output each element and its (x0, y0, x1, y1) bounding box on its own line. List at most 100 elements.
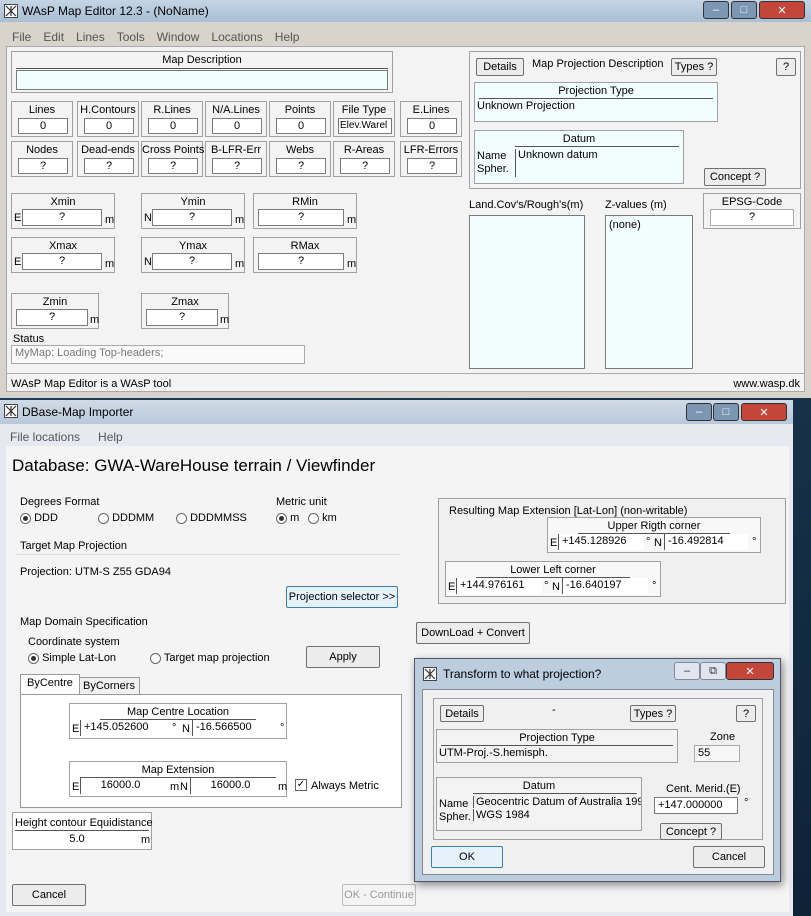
file-type-label: File Type (341, 104, 387, 116)
radio-target-projection[interactable] (150, 652, 161, 664)
dash-label: - (552, 704, 556, 716)
target-projection-label: Target Map Projection (20, 540, 127, 552)
degrees-ddd-option[interactable]: DDD (20, 512, 58, 524)
centre-easting-input[interactable]: +145.052600 (80, 720, 172, 736)
projection-text: Projection: UTM-S Z55 GDA94 (20, 566, 171, 578)
menu-help[interactable]: Help (86, 430, 129, 444)
zvalues-list[interactable]: (none) (605, 215, 693, 369)
map-description-label: Map Description (162, 54, 242, 66)
divider (15, 830, 149, 831)
count-rlines: R.Lines 0 (141, 101, 203, 137)
count-label: B-LFR-Err (210, 144, 262, 156)
height-contour-input[interactable]: 5.0 (17, 832, 137, 848)
projection-selector-button[interactable]: Projection selector >> (286, 586, 398, 608)
menu-edit[interactable]: Edit (37, 30, 70, 44)
apply-button[interactable]: Apply (306, 646, 380, 668)
tab-bycentre[interactable]: ByCentre (20, 674, 80, 694)
extension-northing-input[interactable]: 16000.0 (190, 778, 270, 794)
coordinate-system-label: Coordinate system (28, 636, 120, 648)
extension-easting-input[interactable]: 16000.0 (80, 778, 160, 794)
radio-label: DDD (34, 512, 58, 524)
close-button[interactable]: ✕ (741, 403, 787, 421)
menu-help[interactable]: Help (269, 30, 306, 44)
count-label: N/A.Lines (212, 104, 260, 116)
degrees-dddmmss-option[interactable]: DDDMMSS (176, 512, 247, 524)
landcov-label: Land.Cov's/Rough's(m) (469, 199, 584, 211)
projection-type-value: Unknown Projection (477, 100, 575, 112)
download-convert-button[interactable]: DownLoad + Convert (416, 622, 530, 644)
map-description-group: Map Description (11, 51, 393, 93)
zone-value[interactable]: 55 (694, 745, 740, 762)
easting-prefix: E (14, 212, 22, 224)
divider (515, 146, 679, 147)
editor-client-area: Map Description Lines 0 H.Contours 0 R.Lin… (6, 46, 805, 392)
restore-button[interactable]: ⧉ (700, 662, 726, 680)
editor-menubar: File Edit Lines Tools Window Locations H… (6, 30, 811, 44)
menu-window[interactable]: Window (151, 30, 206, 44)
cancel-button[interactable]: Cancel (12, 884, 86, 906)
zone-label: Zone (710, 731, 736, 743)
types-button[interactable]: Types ? (630, 705, 676, 722)
count-lfrerrors: LFR-Errors? (400, 141, 462, 177)
ok-button[interactable]: OK (431, 846, 503, 868)
radio-dddmm[interactable] (98, 512, 109, 524)
radio-km[interactable] (308, 512, 319, 524)
count-points: Points 0 (269, 101, 331, 137)
centre-location-label: Map Centre Location (126, 706, 230, 718)
lower-left-label: Lower Left corner (510, 564, 596, 576)
concept-button[interactable]: Concept ? (660, 823, 722, 840)
count-value: ? (407, 158, 457, 174)
maximize-button[interactable]: □ (731, 1, 757, 19)
radio-label: km (322, 512, 337, 524)
e-prefix: E (550, 537, 558, 549)
coord-latlon-option[interactable]: Simple Lat-Lon (28, 652, 116, 664)
ok-continue-button[interactable]: OK - Continue (342, 884, 416, 906)
metric-m-option[interactable]: m (276, 512, 299, 524)
radio-simple-latlon[interactable] (28, 652, 39, 664)
zmin-group: Zmin? m (11, 293, 99, 329)
count-value: ? (340, 158, 390, 174)
editor-titlebar: WAsP Map Editor 12.3 - (NoName) (0, 0, 811, 22)
minimize-button[interactable]: – (674, 662, 700, 680)
radio-dddmmss[interactable] (176, 512, 187, 524)
landcov-list[interactable] (469, 215, 585, 369)
menu-lines[interactable]: Lines (70, 30, 111, 44)
help-button[interactable]: ? (736, 705, 756, 722)
count-label: E.Lines (412, 104, 450, 116)
menu-file[interactable]: File (6, 30, 37, 44)
tab-panel: Map Centre Location E +145.052600 ° N -1… (20, 694, 402, 808)
types-button[interactable]: Types ? (671, 58, 717, 76)
count-label: R-Areas (343, 144, 385, 156)
always-metric-checkbox[interactable]: ✓ (295, 779, 307, 791)
cancel-button[interactable]: Cancel (693, 846, 765, 868)
footer-left-text: WAsP Map Editor is a WAsP tool (11, 378, 172, 390)
degrees-dddmm-option[interactable]: DDDMM (98, 512, 154, 524)
menu-tools[interactable]: Tools (111, 30, 151, 44)
zvalues-item[interactable]: (none) (609, 217, 689, 231)
unit-label: m (105, 214, 115, 226)
cent-merid-input[interactable]: +147.000000 (654, 797, 738, 814)
close-button[interactable]: ✕ (726, 662, 774, 680)
count-deadends: Dead-ends? (77, 141, 139, 177)
concept-button[interactable]: Concept ? (704, 168, 766, 186)
radio-ddd[interactable] (20, 512, 31, 524)
unit-label: m (220, 314, 230, 326)
details-button[interactable]: Details (440, 705, 484, 722)
minimize-button[interactable]: – (686, 403, 712, 421)
maximize-button[interactable]: □ (713, 403, 739, 421)
menu-file-locations[interactable]: File locations (6, 430, 86, 444)
help-button[interactable]: ? (776, 58, 796, 76)
map-description-input[interactable] (16, 70, 388, 90)
minimize-button[interactable]: – (703, 1, 729, 19)
xmin-group: Xmin E? m (11, 193, 115, 229)
close-button[interactable]: ✕ (759, 1, 805, 19)
tab-bycorners[interactable]: ByCorners (78, 677, 140, 694)
details-button[interactable]: Details (476, 58, 524, 76)
unit-label: m (347, 258, 357, 270)
coord-target-option[interactable]: Target map projection (150, 652, 270, 664)
radio-m[interactable] (276, 512, 287, 524)
rmin-group: RMin? m (253, 193, 357, 229)
menu-locations[interactable]: Locations (205, 30, 268, 44)
centre-northing-input[interactable]: -16.566500 (192, 720, 278, 736)
metric-km-option[interactable]: km (308, 512, 337, 524)
